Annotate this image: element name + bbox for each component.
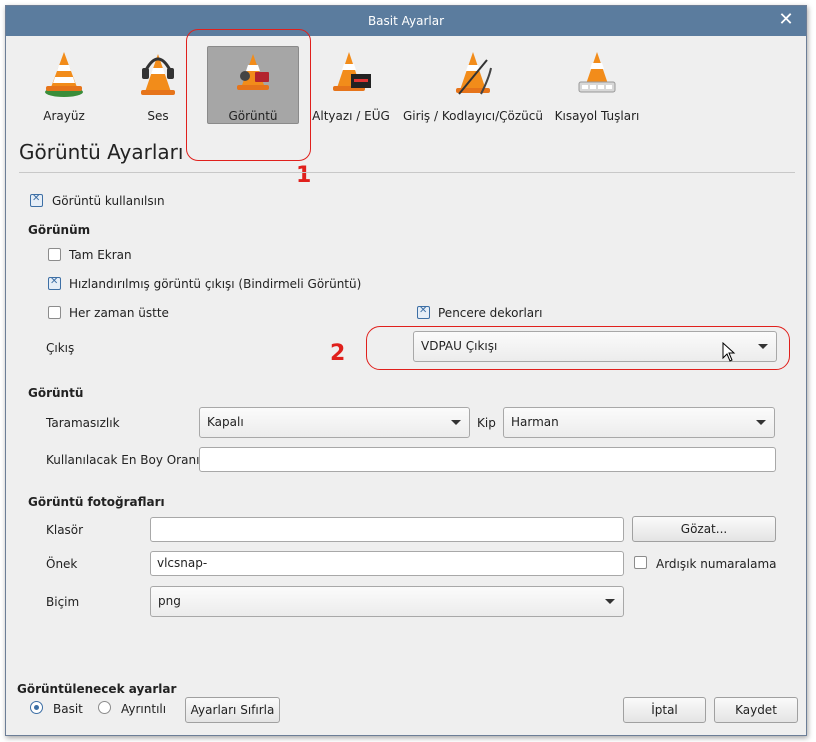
category-label: Kısayol Tuşları [554,109,640,123]
preferences-window: Basit Ayarlar ✕ Arayüz Ses Görüntü Altya… [5,5,807,736]
output-label: Çıkış [46,341,75,355]
format-label: Biçim [46,595,80,609]
deinterlace-select-value: Kapalı [207,415,244,429]
format-select-value: png [158,594,181,608]
mouse-cursor-icon [722,342,736,362]
mode-label: Kip [477,416,496,430]
category-label: Ses [147,109,169,123]
title-bar: Basit Ayarlar ✕ [6,6,806,36]
aspect-ratio-input[interactable] [199,447,776,472]
output-select-value: VDPAU Çıkışı [421,339,498,353]
category-hotkeys[interactable]: Kısayol Tuşları [554,48,640,123]
enable-video-checkbox[interactable] [30,193,43,207]
always-on-top-checkbox[interactable] [48,306,61,319]
category-interface[interactable]: Arayüz [34,48,94,123]
display-section-title: Görünüm [28,223,91,237]
window-decorations-label: Pencere dekorları [438,306,543,320]
vlc-cone-subtitles-icon [333,52,371,91]
vlc-cone-interface-icon [45,52,83,97]
category-label: Giriş / Kodlayıcı/Çözücü [403,109,543,123]
window-title: Basit Ayarlar [367,14,445,28]
aspect-ratio-label: Kullanılacak En Boy Oranı [46,453,200,467]
video-section-title: Görüntü [28,386,84,400]
enable-video-label: Görüntü kullanılsın [52,194,165,208]
accelerated-output-label: Hızlandırılmış görüntü çıkışı (Bindirmel… [69,277,362,291]
category-label: Altyazı / EÜG [312,109,390,123]
annotation-box-1 [186,29,311,161]
simple-radio-label: Basit [53,702,83,716]
advanced-radio[interactable] [98,701,111,714]
vlc-cone-headphones-icon [141,54,175,95]
always-on-top-label: Her zaman üstte [69,306,169,320]
annotation-number-2: 2 [330,341,346,366]
mode-select[interactable]: Harman [503,407,775,438]
fullscreen-checkbox[interactable] [48,248,61,261]
category-label: Arayüz [43,109,85,123]
format-select[interactable]: png [150,586,624,617]
sequential-numbering-checkbox[interactable] [634,556,647,569]
cancel-button[interactable]: İptal [623,697,706,723]
category-subtitles[interactable]: Altyazı / EÜG [311,48,391,123]
prefix-input[interactable]: vlcsnap- [150,551,624,576]
reset-preferences-button[interactable]: Ayarları Sıfırla [185,697,280,723]
chevron-down-icon [605,599,615,604]
vlc-cone-hotkeys-icon [578,52,616,93]
browse-button[interactable]: Gözat... [632,516,776,542]
folder-input[interactable] [150,517,624,542]
mode-select-value: Harman [511,415,559,429]
chevron-down-icon [451,420,461,425]
deinterlace-label: Taramasızlık [46,416,120,430]
snapshots-section-title: Görüntü fotoğrafları [28,495,165,509]
deinterlace-select[interactable]: Kapalı [199,407,470,438]
sequential-numbering-label: Ardışık numaralama [656,557,777,571]
fullscreen-label: Tam Ekran [69,248,132,262]
category-codecs[interactable]: Giriş / Kodlayıcı/Çözücü [403,48,543,123]
chevron-down-icon [756,420,766,425]
advanced-radio-label: Ayrıntılı [121,702,167,716]
prefix-label: Önek [46,557,78,571]
save-button[interactable]: Kaydet [714,697,798,723]
annotation-number-1: 1 [296,163,312,188]
page-title: Görüntü Ayarları [19,140,184,164]
folder-label: Klasör [46,523,84,537]
accelerated-output-checkbox[interactable] [48,276,61,290]
category-audio[interactable]: Ses [128,48,188,123]
divider [19,172,795,173]
close-icon[interactable]: ✕ [776,10,796,30]
simple-radio[interactable] [30,701,43,714]
chevron-down-icon [758,344,768,349]
show-settings-label: Görüntülenecek ayarlar [17,682,177,696]
vlc-cone-codecs-icon [456,52,492,95]
window-decorations-checkbox[interactable] [417,305,430,319]
